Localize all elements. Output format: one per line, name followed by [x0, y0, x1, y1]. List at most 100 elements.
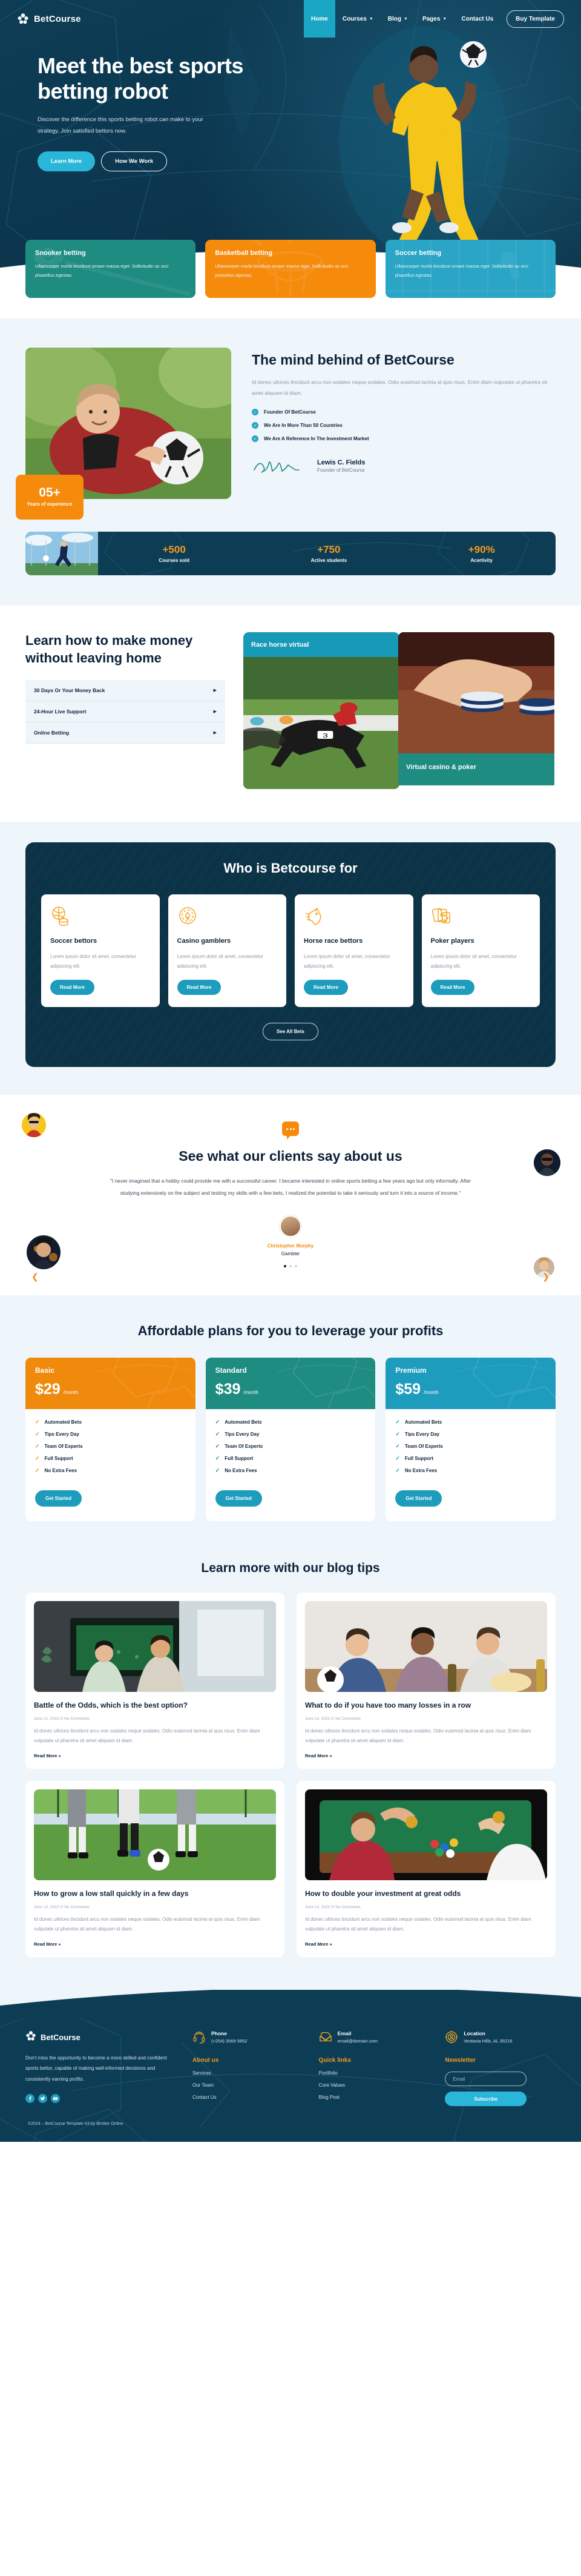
carousel-next-button[interactable]: ❯ — [542, 1272, 550, 1282]
whofor-card-poker-players[interactable]: Poker players Lorem ipsum dolor sit amet… — [421, 894, 540, 1008]
learn-more-button[interactable]: Learn More — [38, 151, 96, 172]
mind-behind-section: 05+ Years of experience The mind behind … — [0, 319, 581, 532]
carousel-dot[interactable] — [289, 1264, 292, 1267]
contact-label: Email — [337, 2030, 352, 2037]
carousel-dots[interactable] — [0, 1264, 581, 1267]
read-more-link[interactable]: Read More » — [34, 1753, 61, 1759]
post-thumbnail — [305, 1601, 547, 1693]
accordion-item-online-betting[interactable]: Online Betting ▶ — [25, 722, 225, 744]
copyright-text: ©2024 – BetCourse Template Kit by Bimber… — [28, 2122, 123, 2127]
footer-logo[interactable]: BetCourse — [25, 2030, 177, 2044]
read-more-button[interactable]: Read More — [50, 980, 94, 996]
category-card-soccer[interactable]: Soccer betting Ullamcorper morbi tincidu… — [385, 240, 556, 298]
blog-post-card[interactable]: How to grow a low stall quickly in a few… — [25, 1781, 284, 1958]
plan-period: /month — [63, 1390, 79, 1396]
check-icon: ✓ — [35, 1443, 40, 1450]
read-more-button[interactable]: Read More — [177, 980, 222, 996]
whofor-card-soccer-bettors[interactable]: Soccer bettors Lorem ipsum dolor sit ame… — [41, 894, 160, 1008]
plan-feature: No Extra Fees — [225, 1468, 257, 1474]
nav-item-contact-us[interactable]: Contact Us — [454, 0, 501, 38]
read-more-button[interactable]: Read More — [430, 980, 475, 996]
footer-link-portifolio[interactable]: Portifolio — [319, 2070, 430, 2076]
footer-link-contact-us[interactable]: Contact Us — [192, 2095, 303, 2100]
plan-feature: Automated Bets — [44, 1419, 82, 1425]
category-text: Ullamcorper morbi tincidunt ornare massa… — [215, 263, 349, 279]
plan-basic: Basic $29 /month ✓ Automated Bets ✓ Tips E… — [25, 1358, 195, 1522]
blog-post-card[interactable]: What to do if you have too many losses i… — [297, 1593, 556, 1769]
blog-post-card[interactable]: How to double your investment at great o… — [297, 1781, 556, 1958]
category-title: Snooker betting — [35, 249, 86, 257]
check-icon: ✓ — [395, 1419, 400, 1425]
footer-newsletter-col: Location Vestavia Hills, AL 35216 Newsle… — [445, 2030, 556, 2107]
facebook-icon[interactable] — [25, 2093, 34, 2103]
tile-race-horse[interactable]: Race horse virtual 3 — [243, 632, 399, 789]
carousel-dot[interactable] — [284, 1264, 286, 1267]
check-icon: ✓ — [395, 1455, 400, 1462]
chevron-down-icon: ▼ — [369, 16, 373, 21]
subscribe-button[interactable]: Subscribe — [445, 2092, 527, 2107]
check-icon: ✓ — [215, 1419, 220, 1425]
footer-link-services[interactable]: Services — [192, 2070, 303, 2076]
how-we-work-button[interactable]: How We Work — [101, 151, 168, 172]
read-more-link[interactable]: Read More » — [305, 1753, 332, 1759]
footer-about-text: Don't miss the opportunity to become a m… — [25, 2055, 167, 2082]
basketball-coins-icon — [50, 907, 71, 928]
tile-virtual-casino[interactable]: Virtual casino & poker — [398, 632, 554, 789]
pricing-plans: Basic $29 /month ✓ Automated Bets ✓ Tips E… — [0, 1358, 581, 1522]
footer-link-core-values[interactable]: Core Values — [319, 2082, 430, 2088]
learn-title: Learn how to make money without leaving … — [25, 633, 193, 665]
whofor-card-title: Casino gamblers — [177, 937, 231, 945]
buy-template-button[interactable]: Buy Template — [507, 10, 564, 28]
category-title: Soccer betting — [395, 249, 442, 257]
newsletter-email-input[interactable] — [445, 2072, 527, 2087]
youtube-icon[interactable] — [51, 2093, 60, 2103]
footer-link-our-team[interactable]: Our Team — [192, 2082, 303, 2088]
carousel-prev-button[interactable]: ❮ — [31, 1272, 39, 1282]
footer-about-col: BetCourse Don't miss the opportunity to … — [25, 2030, 177, 2106]
read-more-button[interactable]: Read More — [304, 980, 348, 996]
plan-feature: Full Support — [44, 1456, 73, 1462]
contact-location: Location Vestavia Hills, AL 35216 — [445, 2030, 556, 2044]
check-label: Founder Of BetCourse — [264, 409, 316, 415]
category-card-basketball[interactable]: Basketball betting Ullamcorper morbi tin… — [205, 240, 376, 298]
contact-value[interactable]: (+254) 3569 5852 — [211, 2038, 247, 2044]
page-root: BetCourse Home Courses ▼ Blog ▼ Pages ▼ — [0, 0, 581, 2142]
founder-photo-wrap: 05+ Years of experience — [16, 348, 231, 520]
brand-logo[interactable]: BetCourse — [17, 13, 81, 25]
read-more-link[interactable]: Read More » — [305, 1941, 332, 1947]
get-started-button[interactable]: Get Started — [395, 1490, 442, 1507]
stat-value: +90% — [468, 543, 495, 555]
whofor-card-text: Lorem ipsum dolor sit amet, consectetur … — [304, 953, 390, 969]
stats-items: +500 Courses sold +750 Active students +… — [98, 532, 556, 575]
get-started-button[interactable]: Get Started — [35, 1490, 82, 1507]
check-icon: ✓ — [215, 1431, 220, 1438]
chevron-right-icon: ▶ — [213, 731, 217, 736]
nav-item-home[interactable]: Home — [304, 0, 335, 38]
stat-label: Active students — [310, 557, 347, 563]
contact-value[interactable]: email@domain.com — [338, 2038, 378, 2044]
get-started-button[interactable]: Get Started — [215, 1490, 262, 1507]
chevron-down-icon: ▼ — [404, 16, 408, 21]
category-card-snooker[interactable]: Snooker betting Ullamcorper morbi tincid… — [25, 240, 196, 298]
twitter-icon[interactable] — [38, 2093, 47, 2103]
whofor-card-horse-race-bettors[interactable]: Horse race bettors Lorem ipsum dolor sit… — [295, 894, 413, 1008]
plan-period: /month — [424, 1390, 439, 1396]
footer-link-blog-post[interactable]: Blog Post — [319, 2095, 430, 2100]
nav-item-blog[interactable]: Blog ▼ — [381, 0, 415, 38]
read-more-link[interactable]: Read More » — [34, 1941, 61, 1947]
plan-price: $59 — [395, 1381, 421, 1398]
years-experience-badge: 05+ Years of experience — [16, 475, 84, 520]
accordion-item-live-support[interactable]: 24-Hour Live Support ▶ — [25, 701, 225, 723]
whofor-card-casino-gamblers[interactable]: Casino gamblers Lorem ipsum dolor sit am… — [168, 894, 286, 1008]
blog-section: Learn more with our blog tips Battle of … — [0, 1554, 581, 1990]
carousel-dot[interactable] — [295, 1264, 297, 1267]
nav-item-courses[interactable]: Courses ▼ — [335, 0, 381, 38]
mind-lead: Id donec ultrices tincidunt arcu non sod… — [252, 378, 548, 397]
accordion-item-money-back[interactable]: 30 Days Or Your Money Back ▶ — [25, 680, 225, 702]
nav-item-pages[interactable]: Pages ▼ — [415, 0, 454, 38]
blog-post-card[interactable]: Battle of the Odds, which is the best op… — [25, 1593, 284, 1769]
balls-cluster-icon — [17, 13, 29, 25]
whofor-card-text: Lorem ipsum dolor sit amet, consectetur … — [177, 953, 263, 969]
svg-text:3: 3 — [323, 732, 328, 739]
see-all-bets-button[interactable]: See All Bets — [263, 1023, 318, 1041]
